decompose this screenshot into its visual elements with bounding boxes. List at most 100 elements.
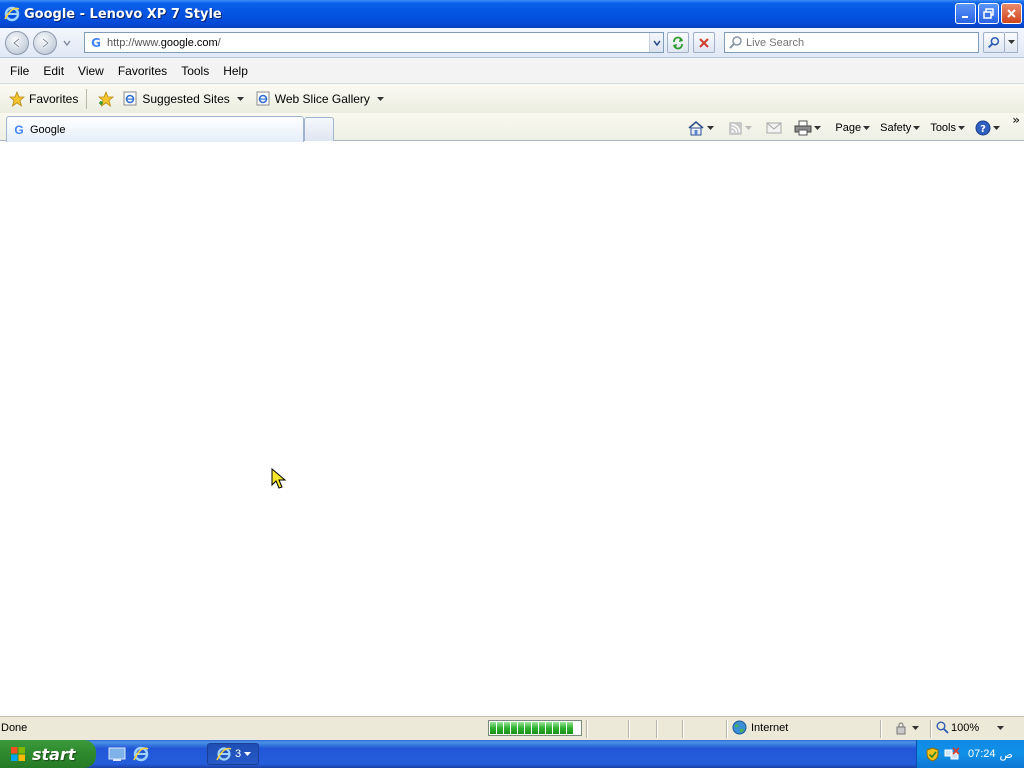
- system-tray: 07:24 ص: [916, 740, 1024, 768]
- add-to-favorites-button[interactable]: [93, 89, 119, 109]
- ie-task-group-button[interactable]: 3: [207, 743, 259, 765]
- zoom-button[interactable]: 100%: [936, 721, 1005, 734]
- safety-menu-button[interactable]: Safety: [876, 122, 924, 134]
- mouse-cursor-icon: [271, 468, 287, 489]
- menu-view[interactable]: View: [71, 61, 111, 81]
- lock-refresh-icon: [896, 722, 906, 735]
- mail-icon: [766, 122, 782, 134]
- chevron-down-icon: [912, 726, 919, 730]
- status-divider: [930, 720, 931, 738]
- ie-page-icon: [256, 91, 270, 106]
- svg-text:?: ?: [980, 124, 986, 135]
- navigation-bar: G http://www.google.com/: [0, 28, 1024, 58]
- ie-quicklaunch-icon[interactable]: [132, 745, 150, 763]
- progress-segment: [560, 722, 566, 734]
- read-mail-button[interactable]: [762, 122, 786, 134]
- windows-logo-icon: [11, 747, 25, 761]
- status-divider: [586, 720, 587, 738]
- new-tab-button[interactable]: [304, 117, 334, 141]
- status-divider: [726, 720, 727, 738]
- progress-segment: [525, 722, 531, 734]
- tab-google[interactable]: G Google: [6, 116, 304, 142]
- status-text: Done: [1, 722, 28, 734]
- chevron-down-icon: [958, 126, 965, 130]
- status-divider: [628, 720, 629, 738]
- progress-segment: [532, 722, 538, 734]
- address-bar[interactable]: G http://www.google.com/: [84, 32, 664, 53]
- web-slice-gallery-link[interactable]: Web Slice Gallery: [252, 89, 388, 108]
- recent-pages-dropdown-icon[interactable]: [62, 38, 72, 48]
- network-disconnected-icon[interactable]: [944, 746, 960, 762]
- zoom-icon: [936, 721, 949, 734]
- clock-time: 07:24: [968, 748, 996, 760]
- home-button[interactable]: [683, 120, 718, 136]
- tab-label: Google: [30, 123, 66, 136]
- chevron-down-icon: [707, 126, 715, 130]
- favorites-separator: [86, 88, 88, 109]
- menu-file[interactable]: File: [3, 61, 36, 81]
- forward-arrow-icon: [42, 38, 50, 48]
- stop-button[interactable]: [693, 32, 715, 53]
- close-icon: [1007, 9, 1016, 18]
- favorites-star-icon: [9, 90, 25, 107]
- chevron-down-icon: [1007, 40, 1015, 44]
- chevron-down-icon: [244, 752, 252, 756]
- protected-mode-button[interactable]: [890, 721, 923, 735]
- address-url[interactable]: http://www.google.com/: [107, 37, 649, 49]
- help-button[interactable]: ?: [971, 120, 1004, 136]
- search-options-button[interactable]: [1005, 32, 1018, 53]
- progress-segment: [511, 722, 517, 734]
- ie-icon: [216, 747, 232, 761]
- tools-menu-button[interactable]: Tools: [926, 122, 969, 134]
- menu-help[interactable]: Help: [216, 61, 255, 81]
- window-controls: [955, 3, 1022, 24]
- magnifier-icon: [729, 35, 742, 49]
- search-go-button[interactable]: [983, 32, 1005, 53]
- favorites-button[interactable]: Favorites: [5, 89, 82, 109]
- search-box[interactable]: [724, 32, 979, 53]
- tab-row: G Google Page Safety Tools ? »: [0, 113, 1024, 142]
- progress-segment: [518, 722, 524, 734]
- task-group-count: 3: [235, 748, 242, 760]
- safety-menu-label: Safety: [880, 122, 912, 134]
- security-zone[interactable]: Internet: [732, 720, 788, 735]
- stop-icon: [699, 37, 709, 48]
- chevron-down-icon: [997, 725, 1005, 730]
- chevron-down-icon: [913, 126, 921, 130]
- title-bar[interactable]: Google - Lenovo XP 7 Style: [0, 0, 1024, 28]
- refresh-button[interactable]: [667, 32, 689, 53]
- zoom-label: 100%: [951, 721, 980, 734]
- security-shield-icon[interactable]: [925, 746, 940, 762]
- favorites-label: Favorites: [29, 91, 79, 106]
- page-menu-button[interactable]: Page: [831, 122, 874, 134]
- print-button[interactable]: [790, 120, 825, 136]
- chevron-down-icon: [993, 126, 1000, 130]
- progress-segment: [490, 722, 496, 734]
- address-dropdown-button[interactable]: [649, 33, 663, 52]
- restore-button[interactable]: [978, 3, 999, 24]
- search-icon: [988, 36, 1000, 48]
- progress-segment: [567, 722, 573, 734]
- refresh-icon: [673, 36, 683, 49]
- minimize-button[interactable]: [955, 3, 976, 24]
- toolbar-overflow-button[interactable]: »: [1012, 113, 1020, 127]
- feeds-button[interactable]: [724, 121, 756, 136]
- start-button[interactable]: start: [0, 740, 96, 768]
- favorites-bar: Favorites Suggested Sites Web Slice Gall…: [0, 84, 1024, 113]
- window-title: Google - Lenovo XP 7 Style: [24, 6, 222, 22]
- show-desktop-icon[interactable]: [108, 745, 126, 763]
- menu-edit[interactable]: Edit: [36, 61, 71, 81]
- minimize-icon: [961, 15, 968, 18]
- chevron-down-icon: [863, 126, 871, 130]
- add-favorites-icon: [98, 90, 115, 107]
- menu-tools[interactable]: Tools: [174, 61, 216, 81]
- back-button[interactable]: [5, 31, 29, 55]
- google-favicon-icon: G: [91, 35, 101, 50]
- page-content-area[interactable]: [0, 142, 1024, 716]
- close-button[interactable]: [1001, 3, 1022, 24]
- suggested-sites-link[interactable]: Suggested Sites: [119, 89, 247, 108]
- menu-favorites[interactable]: Favorites: [111, 61, 174, 81]
- search-input[interactable]: [744, 36, 978, 49]
- help-icon: ?: [975, 120, 991, 136]
- forward-button[interactable]: [33, 31, 57, 55]
